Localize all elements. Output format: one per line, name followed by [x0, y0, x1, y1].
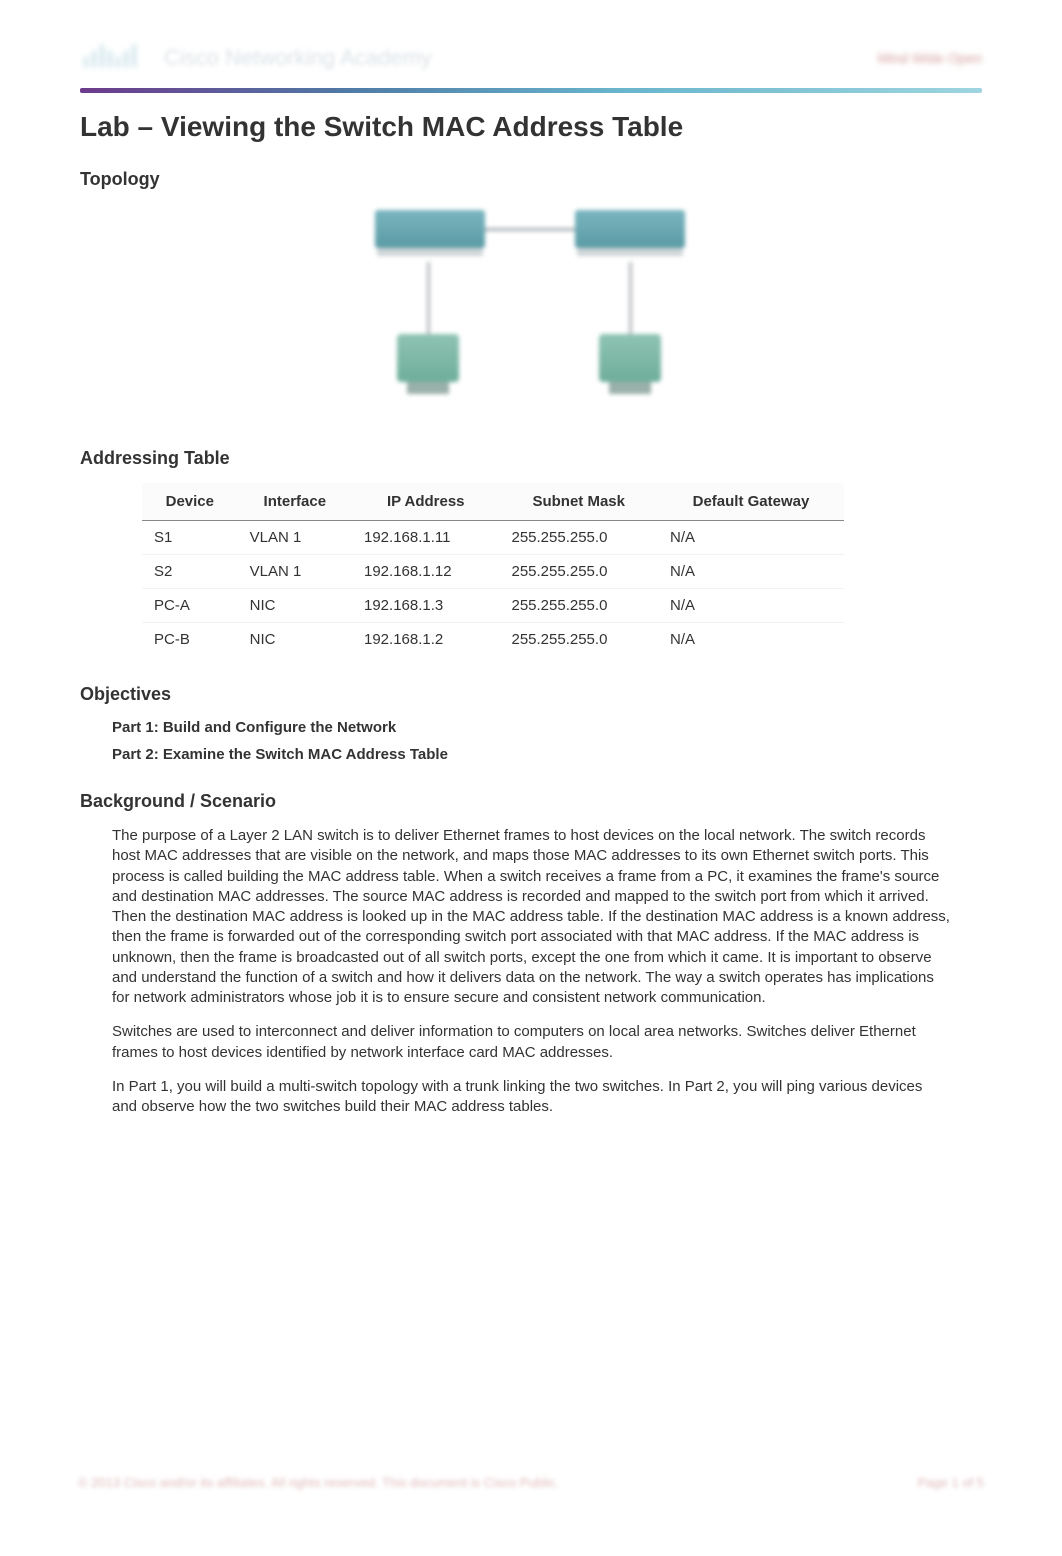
background-heading: Background / Scenario: [80, 791, 982, 812]
background-p3: In Part 1, you will build a multi-switch…: [112, 1077, 950, 1118]
col-device: Device: [142, 483, 238, 521]
objectives-heading: Objectives: [80, 684, 982, 705]
page-title: Lab – Viewing the Switch MAC Address Tab…: [80, 111, 982, 143]
cell-gateway: N/A: [658, 521, 844, 555]
page-header: Cisco Networking Academy Mind Wide Open: [80, 40, 982, 88]
page-footer: © 2013 Cisco and/or its affiliates. All …: [78, 1475, 984, 1490]
table-row: S1 VLAN 1 192.168.1.11 255.255.255.0 N/A: [142, 521, 844, 555]
topology-heading: Topology: [80, 169, 982, 190]
background-p2: Switches are used to interconnect and de…: [112, 1022, 950, 1063]
cell-ip: 192.168.1.11: [352, 521, 499, 555]
pc-b-icon: [599, 334, 661, 382]
addressing-table: Device Interface IP Address Subnet Mask …: [142, 483, 844, 656]
cell-mask: 255.255.255.0: [499, 589, 658, 623]
cell-mask: 255.255.255.0: [499, 555, 658, 589]
pc-a-icon: [397, 334, 459, 382]
cell-mask: 255.255.255.0: [499, 623, 658, 657]
link-s1-pca: [427, 262, 430, 334]
switch-s2-icon: [575, 210, 685, 248]
col-mask: Subnet Mask: [499, 483, 658, 521]
footer-page-number: Page 1 of 5: [918, 1475, 985, 1490]
cisco-logo-icon: [80, 40, 144, 76]
cell-gateway: N/A: [658, 589, 844, 623]
cell-mask: 255.255.255.0: [499, 521, 658, 555]
brand-text: Cisco Networking Academy: [164, 45, 432, 71]
objective-part1: Part 1: Build and Configure the Network: [112, 719, 982, 736]
cell-interface: NIC: [238, 623, 352, 657]
cell-ip: 192.168.1.2: [352, 623, 499, 657]
header-divider: [80, 88, 982, 93]
cell-gateway: N/A: [658, 555, 844, 589]
table-row: PC-B NIC 192.168.1.2 255.255.255.0 N/A: [142, 623, 844, 657]
cell-device: PC-A: [142, 589, 238, 623]
header-tagline: Mind Wide Open: [878, 50, 982, 66]
cell-interface: NIC: [238, 589, 352, 623]
col-interface: Interface: [238, 483, 352, 521]
col-gateway: Default Gateway: [658, 483, 844, 521]
table-row: PC-A NIC 192.168.1.3 255.255.255.0 N/A: [142, 589, 844, 623]
link-s2-pcb: [629, 262, 632, 334]
cell-ip: 192.168.1.3: [352, 589, 499, 623]
addressing-heading: Addressing Table: [80, 448, 982, 469]
col-ip: IP Address: [352, 483, 499, 521]
switch-s1-icon: [375, 210, 485, 248]
cell-device: S1: [142, 521, 238, 555]
cell-interface: VLAN 1: [238, 521, 352, 555]
cell-ip: 192.168.1.12: [352, 555, 499, 589]
objective-part2: Part 2: Examine the Switch MAC Address T…: [112, 746, 982, 763]
footer-copyright: © 2013 Cisco and/or its affiliates. All …: [78, 1475, 559, 1490]
topology-diagram: [351, 204, 711, 424]
background-p1: The purpose of a Layer 2 LAN switch is t…: [112, 826, 950, 1008]
cell-device: S2: [142, 555, 238, 589]
cell-device: PC-B: [142, 623, 238, 657]
trunk-link: [485, 228, 575, 231]
cell-interface: VLAN 1: [238, 555, 352, 589]
cell-gateway: N/A: [658, 623, 844, 657]
table-row: S2 VLAN 1 192.168.1.12 255.255.255.0 N/A: [142, 555, 844, 589]
